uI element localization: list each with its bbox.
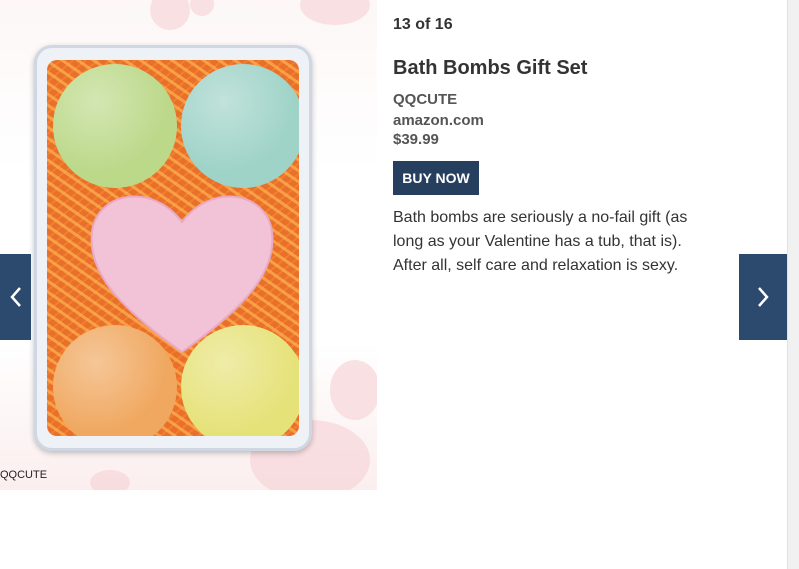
product-image: [0, 0, 377, 490]
slide-counter: 13 of 16: [393, 16, 453, 33]
chevron-right-icon: [758, 287, 769, 307]
next-slide-button[interactable]: [739, 254, 787, 340]
product-description: Bath bombs are seriously a no-fail gift …: [393, 209, 688, 274]
product-retailer: amazon.com: [393, 112, 484, 129]
slideshow-page: QQCUTE 13 of 16 Bath Bombs Gift Set QQCU…: [0, 0, 799, 569]
previous-slide-button[interactable]: [0, 254, 31, 340]
product-brand: QQCUTE: [393, 91, 458, 108]
chevron-left-icon: [9, 287, 21, 307]
product-price: $39.99: [393, 131, 439, 148]
scrollbar[interactable]: [787, 0, 799, 569]
photo-credit: QQCUTE: [0, 469, 48, 481]
buy-now-button[interactable]: BUY NOW: [393, 161, 479, 195]
product-title: Bath Bombs Gift Set: [393, 57, 588, 79]
gift-tin: [34, 45, 312, 451]
